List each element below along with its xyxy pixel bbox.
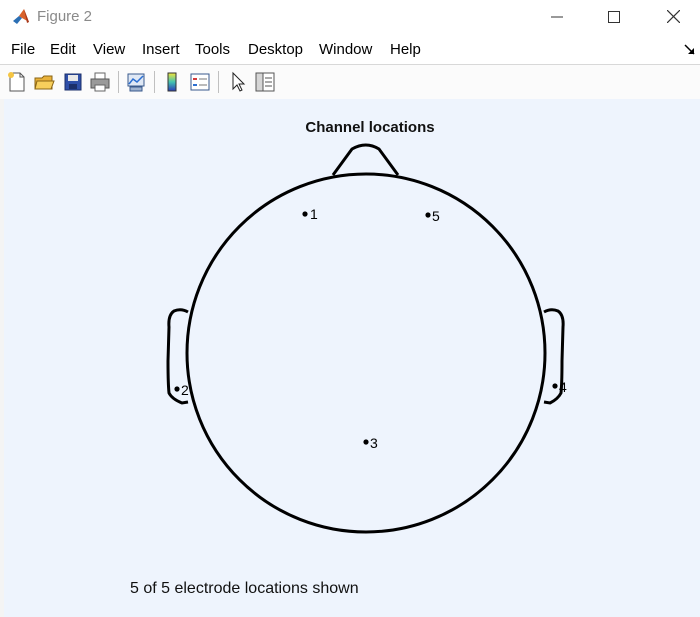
colorbar-icon[interactable] (161, 71, 183, 93)
legend-icon[interactable] (189, 71, 211, 93)
pointer-icon[interactable] (227, 71, 249, 93)
maximize-button[interactable] (591, 0, 637, 33)
electrode-5: 5 (425, 208, 440, 224)
matlab-logo-icon (11, 7, 31, 27)
menu-window[interactable]: Window (319, 41, 372, 58)
minimize-button[interactable] (534, 0, 580, 33)
head-outline (185, 172, 547, 534)
figure-canvas: Channel locations 1 5 2 4 3 5 of 5 elect… (4, 99, 700, 617)
electrode-4-label: 4 (559, 379, 567, 395)
head-nose (331, 143, 400, 176)
save-icon[interactable] (62, 71, 84, 93)
electrode-1: 1 (302, 206, 318, 222)
electrode-3-label: 3 (370, 435, 378, 451)
menu-insert[interactable]: Insert (142, 41, 180, 58)
link-plot-icon[interactable] (125, 71, 147, 93)
maximize-icon (608, 10, 620, 23)
electrode-4: 4 (552, 379, 567, 395)
toolbar-separator (154, 71, 155, 93)
menu-edit[interactable]: Edit (50, 41, 76, 58)
electrode-count-text: 5 of 5 electrode locations shown (130, 580, 359, 597)
menu-bar: File Edit View Insert Tools Desktop Wind… (0, 37, 700, 63)
toolbar-separator (218, 71, 219, 93)
menu-desktop[interactable]: Desktop (248, 41, 303, 58)
title-bar: Figure 2 (0, 0, 700, 33)
window-title: Figure 2 (37, 8, 93, 25)
menu-tools[interactable]: Tools (195, 41, 230, 58)
menu-help[interactable]: Help (390, 41, 421, 58)
topoplot-axes: 1 5 2 4 3 (166, 143, 567, 534)
minimize-icon (551, 16, 563, 17)
toolbar-separator (118, 71, 119, 93)
figure-toolbar (0, 64, 700, 100)
electrode-1-label: 1 (310, 206, 318, 222)
electrode-5-label: 5 (432, 208, 440, 224)
open-file-icon[interactable] (33, 71, 55, 93)
dock-figure-icon[interactable] (684, 44, 696, 56)
electrode-2: 2 (174, 382, 189, 398)
close-button[interactable] (650, 0, 696, 33)
new-figure-icon[interactable] (6, 71, 28, 93)
menu-view[interactable]: View (93, 41, 125, 58)
electrode-3: 3 (363, 435, 378, 451)
print-icon[interactable] (89, 71, 111, 93)
menu-file[interactable]: File (11, 41, 35, 58)
property-inspector-icon[interactable] (254, 71, 276, 93)
electrode-2-label: 2 (181, 382, 189, 398)
close-icon (666, 10, 680, 23)
